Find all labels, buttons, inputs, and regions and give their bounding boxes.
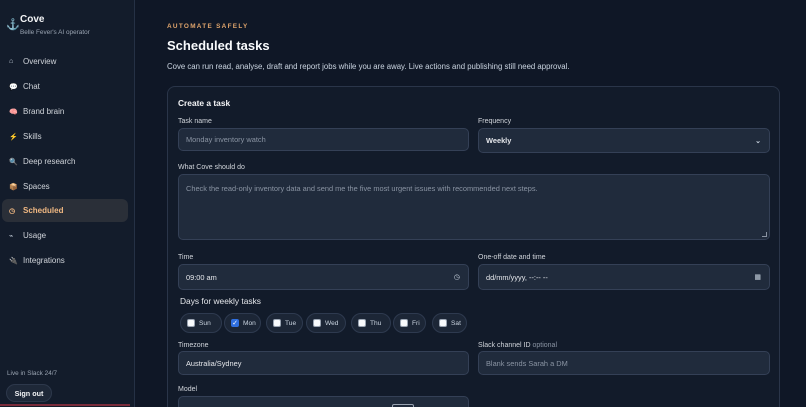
sidebar-item-label: Brand brain: [23, 107, 65, 116]
chevron-down-icon: ⌄: [755, 137, 761, 145]
resize-handle-icon[interactable]: [762, 232, 767, 237]
sidebar: ⚓ Cove Belle Fever's AI operator ⌂ Overv…: [0, 0, 135, 407]
frequency-select[interactable]: Weekly ⌄: [478, 128, 770, 153]
sidebar-item-integrations[interactable]: 🔌 Integrations: [2, 249, 128, 272]
time-input[interactable]: 09:00 am ◷: [178, 264, 469, 290]
slack-channel-placeholder: Blank sends Sarah a DM: [486, 358, 568, 368]
bolt-icon: ⚡: [9, 133, 18, 141]
sidebar-item-label: Chat: [23, 82, 40, 91]
sidebar-item-skills[interactable]: ⚡ Skills: [2, 125, 128, 148]
slack-status: Live in Slack 24/7: [7, 370, 58, 377]
day-label: Fri: [412, 319, 420, 327]
sidebar-item-label: Usage: [23, 231, 47, 240]
frequency-value: Weekly: [486, 136, 512, 145]
time-value: 09:00 am: [186, 272, 217, 282]
task-name-placeholder: Monday inventory watch: [186, 135, 266, 144]
oneoff-value: dd/mm/yyyy, --:-- --: [486, 272, 548, 282]
app-subtitle: Belle Fever's AI operator: [20, 29, 90, 36]
slack-channel-label-text: Slack channel ID: [478, 342, 531, 349]
oneoff-datetime-input[interactable]: dd/mm/yyyy, --:-- -- ▦: [478, 264, 770, 290]
page-title: Scheduled tasks: [167, 38, 270, 53]
sidebar-item-chat[interactable]: 💬 Chat: [2, 75, 128, 98]
sidebar-item-label: Scheduled: [23, 206, 64, 215]
sidebar-item-label: Integrations: [23, 256, 65, 265]
day-sat[interactable]: Sat: [432, 313, 467, 333]
calendar-icon[interactable]: ▦: [754, 273, 761, 281]
plug-icon: 🔌: [9, 257, 18, 265]
search-icon: 🔍: [9, 158, 18, 166]
day-thu[interactable]: Thu: [351, 313, 391, 333]
checkbox-sun[interactable]: [187, 319, 195, 327]
timezone-label: Timezone: [178, 342, 209, 349]
sidebar-bottom-bar: [0, 404, 130, 406]
sidebar-item-brand-brain[interactable]: 🧠 Brand brain: [2, 100, 128, 123]
checkbox-fri[interactable]: [400, 319, 408, 327]
page-description: Cove can run read, analyse, draft and re…: [167, 62, 570, 71]
brain-icon: 🧠: [9, 108, 18, 116]
brand: ⚓ Cove Belle Fever's AI operator: [6, 14, 131, 40]
clock-icon[interactable]: ◷: [454, 273, 460, 281]
app-name: Cove: [20, 14, 45, 25]
model-label: Model: [178, 386, 198, 393]
oneoff-label: One-off date and time: [478, 254, 546, 261]
sidebar-item-spaces[interactable]: 📦 Spaces: [2, 175, 128, 198]
sidebar-item-deep-research[interactable]: 🔍 Deep research: [2, 150, 128, 173]
time-label: Time: [178, 254, 194, 261]
instructions-textarea[interactable]: Check the read-only inventory data and s…: [178, 174, 770, 240]
sign-out-button[interactable]: Sign out: [6, 384, 52, 402]
day-wed[interactable]: Wed: [306, 313, 346, 333]
day-tue[interactable]: Tue: [266, 313, 303, 333]
checkbox-sat[interactable]: [439, 319, 447, 327]
sidebar-item-label: Spaces: [23, 182, 50, 191]
day-label: Sat: [451, 319, 461, 327]
sidebar-item-overview[interactable]: ⌂ Overview: [2, 50, 128, 73]
sidebar-item-scheduled[interactable]: ◷ Scheduled: [2, 199, 128, 222]
day-label: Thu: [370, 319, 382, 327]
page-eyebrow: AUTOMATE SAFELY: [167, 23, 249, 30]
home-icon: ⌂: [9, 58, 14, 65]
task-name-input[interactable]: Monday inventory watch: [178, 128, 469, 151]
timezone-value: Australia/Sydney: [186, 358, 242, 368]
box-icon: 📦: [9, 183, 18, 191]
instructions-placeholder: Check the read-only inventory data and s…: [186, 184, 538, 193]
sidebar-item-label: Deep research: [23, 157, 76, 166]
day-sun[interactable]: Sun: [180, 313, 222, 333]
checkbox-tue[interactable]: [273, 319, 281, 327]
instructions-label: What Cove should do: [178, 164, 245, 171]
card-title: Create a task: [178, 98, 231, 108]
model-select[interactable]: [178, 396, 469, 407]
day-label: Tue: [285, 319, 297, 327]
checkbox-thu[interactable]: [358, 319, 366, 327]
timezone-input[interactable]: Australia/Sydney: [178, 351, 469, 375]
sidebar-item-usage[interactable]: ⌁ Usage: [2, 224, 128, 247]
sidebar-item-label: Skills: [23, 132, 42, 141]
optional-tag: optional: [532, 342, 558, 349]
clock-icon: ◷: [9, 207, 16, 215]
day-fri[interactable]: Fri: [393, 313, 426, 333]
checkbox-mon[interactable]: ✓: [231, 319, 239, 327]
frequency-label: Frequency: [478, 118, 512, 125]
slack-channel-input[interactable]: Blank sends Sarah a DM: [478, 351, 770, 375]
sidebar-item-label: Overview: [23, 57, 57, 66]
day-mon[interactable]: ✓ Mon: [224, 313, 261, 333]
checkbox-wed[interactable]: [313, 319, 321, 327]
task-name-label: Task name: [178, 118, 212, 125]
day-label: Sun: [199, 319, 211, 327]
chat-icon: 💬: [9, 83, 18, 91]
chart-icon: ⌁: [9, 232, 14, 240]
days-label: Days for weekly tasks: [180, 296, 261, 306]
day-label: Wed: [325, 319, 339, 327]
anchor-icon: ⚓: [6, 19, 20, 31]
slack-channel-label: Slack channel ID optional: [478, 342, 557, 349]
day-label: Mon: [243, 319, 256, 327]
